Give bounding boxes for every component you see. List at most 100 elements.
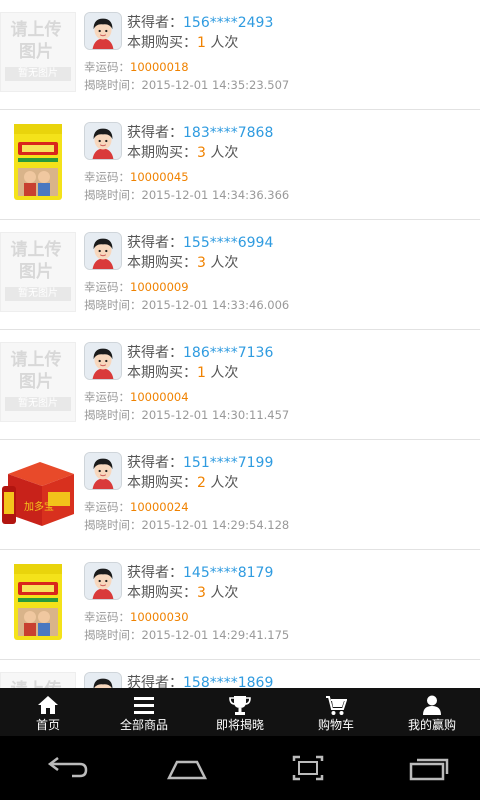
- buy-count: 1: [197, 365, 206, 381]
- placeholder-badge: 暂无图片: [5, 397, 71, 411]
- winner-list: 请上传 图片 暂无图片 获得者：156****2493 本期购买：1 人次 幸运码…: [0, 0, 480, 688]
- placeholder-text-line1: 请上传: [10, 20, 62, 40]
- avatar: [84, 12, 122, 50]
- recent-apps-icon[interactable]: [405, 752, 453, 784]
- product-placeholder-image: 请上传图片 暂无图片: [0, 342, 76, 422]
- list-item[interactable]: 获得者：145****8179 本期购买：3 人次 幸运码：10000030 揭…: [0, 550, 480, 660]
- lucky-code: 10000009: [130, 280, 189, 294]
- placeholder-badge: 暂无图片: [5, 287, 71, 301]
- winner-phone: 156****2493: [183, 15, 274, 31]
- list-item[interactable]: 加多宝 获得者：151****7199 本期购买：2 人次 幸运码：100000…: [0, 440, 480, 550]
- tab-cart[interactable]: 购物车: [288, 688, 384, 736]
- placeholder-text-line1: 请上传: [10, 350, 62, 370]
- tab-coming-soon[interactable]: 即将揭晓: [192, 688, 288, 736]
- winner-label: 获得者：: [127, 345, 183, 361]
- winner-label: 获得者：: [127, 235, 183, 251]
- tab-home[interactable]: 首页: [0, 688, 96, 736]
- home-nav-icon[interactable]: [163, 752, 211, 784]
- winner-phone: 155****6994: [183, 235, 274, 251]
- period-buy-label: 本期购买：: [127, 475, 197, 491]
- winner-label: 获得者：: [127, 565, 183, 581]
- list-item[interactable]: 获得者：183****7868 本期购买：3 人次 幸运码：10000045 揭…: [0, 110, 480, 220]
- winner-label: 获得者：: [127, 125, 183, 141]
- svg-text:加多宝: 加多宝: [24, 500, 54, 513]
- buy-count: 2: [197, 475, 206, 491]
- winner-label: 获得者：: [127, 455, 183, 471]
- winner-label: 获得者：: [127, 675, 183, 688]
- lucky-code-label: 幸运码：: [84, 610, 130, 624]
- lucky-code-label: 幸运码：: [84, 60, 130, 74]
- trophy-icon: [229, 696, 251, 715]
- winner-phone: 145****8179: [183, 565, 274, 581]
- reveal-time: 2015-12-01 14:35:23.507: [141, 78, 290, 92]
- product-image-rice-bag: [0, 122, 76, 202]
- winner-phone: 186****7136: [183, 345, 274, 361]
- tab-label: 即将揭晓: [215, 718, 264, 732]
- avatar: [84, 672, 122, 688]
- avatar: [84, 452, 122, 490]
- winner-phone: 151****7199: [183, 455, 274, 471]
- list-item[interactable]: 请上传图片 暂无图片 获得者：158****1869: [0, 660, 480, 688]
- times-unit: 人次: [210, 585, 239, 601]
- reveal-time-label: 揭晓时间：: [84, 518, 142, 532]
- times-unit: 人次: [210, 145, 239, 161]
- times-unit: 人次: [210, 365, 239, 381]
- back-icon[interactable]: [42, 752, 90, 784]
- tab-label: 全部商品: [119, 718, 168, 732]
- placeholder-text-line2: 图片: [19, 372, 53, 392]
- avatar: [84, 342, 122, 380]
- tab-label: 购物车: [317, 718, 354, 732]
- times-unit: 人次: [210, 475, 239, 491]
- lucky-code: 10000004: [130, 390, 189, 404]
- buy-count: 3: [197, 585, 206, 601]
- list-icon: [134, 697, 154, 714]
- list-item[interactable]: 请上传 图片 暂无图片 获得者：186****7136 本期购买：1 人次 幸运码…: [0, 330, 480, 440]
- tab-label: 我的赢购: [407, 718, 456, 732]
- reveal-time: 2015-12-01 14:29:54.128: [141, 518, 290, 532]
- avatar: [84, 122, 122, 160]
- screenshot-icon[interactable]: [284, 752, 332, 784]
- user-icon: [423, 695, 441, 715]
- winner-phone: 158****1869: [183, 675, 274, 688]
- product-placeholder-image: 请上传图片 暂无图片: [0, 12, 76, 92]
- reveal-time-label: 揭晓时间：: [84, 408, 142, 422]
- times-unit: 人次: [210, 255, 239, 271]
- period-buy-label: 本期购买：: [127, 585, 197, 601]
- product-image-drink-box: 加多宝: [0, 452, 76, 532]
- lucky-code-label: 幸运码：: [84, 500, 130, 514]
- product-placeholder-image: 请上传图片 暂无图片: [0, 672, 76, 688]
- placeholder-badge: 暂无图片: [5, 67, 71, 81]
- times-unit: 人次: [210, 35, 239, 51]
- period-buy-label: 本期购买：: [127, 365, 197, 381]
- buy-count: 3: [197, 255, 206, 271]
- period-buy-label: 本期购买：: [127, 35, 197, 51]
- placeholder-text-line1: 请上传: [10, 240, 62, 260]
- lucky-code: 10000030: [130, 610, 189, 624]
- winner-label: 获得者：: [127, 15, 183, 31]
- product-image-rice-bag: [0, 562, 76, 642]
- home-icon: [38, 696, 58, 714]
- period-buy-label: 本期购买：: [127, 145, 197, 161]
- tab-all-products[interactable]: 全部商品: [96, 688, 192, 736]
- avatar: [84, 232, 122, 270]
- lucky-code-label: 幸运码：: [84, 390, 130, 404]
- winner-phone: 183****7868: [183, 125, 274, 141]
- lucky-code-label: 幸运码：: [84, 170, 130, 184]
- reveal-time-label: 揭晓时间：: [84, 78, 142, 92]
- lucky-code: 10000018: [130, 60, 189, 74]
- buy-count: 3: [197, 145, 206, 161]
- tab-label: 首页: [35, 718, 60, 732]
- reveal-time: 2015-12-01 14:34:36.366: [141, 188, 290, 202]
- product-placeholder-image: 请上传图片 暂无图片: [0, 232, 76, 312]
- bottom-tab-bar: 首页 全部商品 即将揭晓 购物车 我的赢购: [0, 688, 480, 736]
- placeholder-text-line2: 图片: [19, 42, 53, 62]
- cart-icon: [326, 696, 347, 715]
- lucky-code-label: 幸运码：: [84, 280, 130, 294]
- list-item[interactable]: 请上传 图片 暂无图片 获得者：155****6994 本期购买：3 人次 幸运码…: [0, 220, 480, 330]
- tab-my-account[interactable]: 我的赢购: [384, 688, 480, 736]
- reveal-time: 2015-12-01 14:30:11.457: [141, 408, 290, 422]
- placeholder-text-line2: 图片: [19, 262, 53, 282]
- buy-count: 1: [197, 35, 206, 51]
- list-item[interactable]: 请上传 图片 暂无图片 获得者：156****2493 本期购买：1 人次 幸运码…: [0, 0, 480, 110]
- reveal-time-label: 揭晓时间：: [84, 298, 142, 312]
